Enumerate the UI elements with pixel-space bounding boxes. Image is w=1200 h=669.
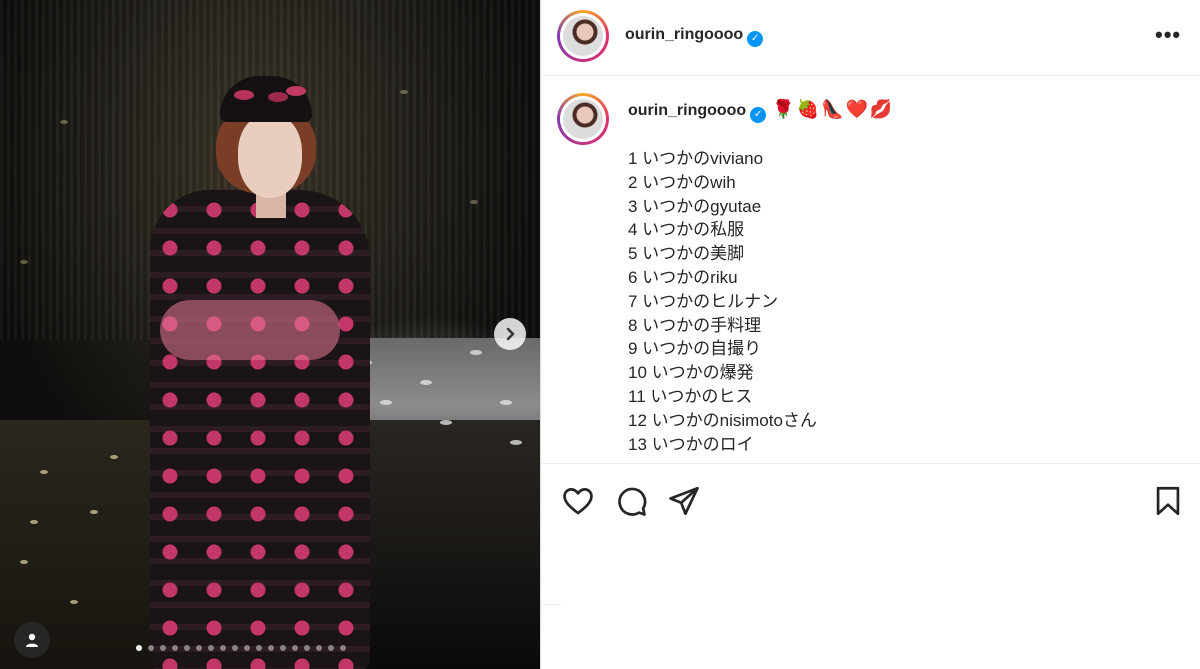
header-username-row[interactable]: ourin_ringoooo ✓ [625, 26, 764, 47]
caption-line: 6 いつかのriku [628, 267, 738, 287]
caption-emojis: 🌹🍓👠❤️💋 [772, 99, 895, 119]
carousel-dot [256, 645, 262, 651]
caption-line: 8 いつかの手料理 [628, 315, 762, 335]
carousel-dot [172, 645, 178, 651]
avatar[interactable] [557, 10, 609, 62]
verified-badge-icon: ✓ [750, 107, 767, 123]
comment-icon [618, 487, 647, 516]
crossed-arms [160, 300, 340, 360]
heart-icon [563, 488, 593, 515]
carousel-dot [316, 645, 322, 651]
carousel-dot [160, 645, 166, 651]
carousel-dot [232, 645, 238, 651]
carousel-dot [292, 645, 298, 651]
share-button[interactable] [667, 484, 701, 518]
action-bar [541, 463, 1200, 603]
caption-lines: 1 いつかのviviano 2 いつかのwih 3 いつかのgyutae 4 い… [628, 147, 817, 456]
carousel-dot [148, 645, 154, 651]
caption-line: 9 いつかの自撮り [628, 339, 762, 359]
post-header: ourin_ringoooo ✓ ••• [541, 0, 1200, 76]
verified-badge-icon: ✓ [747, 31, 764, 47]
carousel-dot [304, 645, 310, 651]
carousel-indicator [136, 645, 346, 651]
caption-area: ourin_ringoooo ✓ 🌹🍓👠❤️💋 1 いつかのviviano 2 いつ… [541, 77, 1200, 463]
caption-line: 2 いつかのwih [628, 172, 736, 192]
header-username[interactable]: ourin_ringoooo [625, 26, 743, 43]
carousel-dot [340, 645, 346, 651]
cap [220, 76, 312, 122]
post-photo[interactable] [0, 0, 540, 669]
caption-line: 11 いつかのヒス [628, 386, 753, 406]
caption-username[interactable]: ourin_ringoooo [628, 102, 746, 119]
caption-line: 13 いつかのロイ [628, 434, 754, 454]
face [238, 114, 302, 198]
user-tag-icon [26, 633, 38, 647]
bookmark-icon [1156, 486, 1180, 516]
carousel-dot [244, 645, 250, 651]
save-button[interactable] [1151, 484, 1185, 518]
carousel-dot [208, 645, 214, 651]
more-options-button[interactable]: ••• [1155, 22, 1181, 48]
ruffled-dress [150, 190, 370, 669]
carousel-dot [328, 645, 334, 651]
carousel-dot [196, 645, 202, 651]
carousel-dot [220, 645, 226, 651]
caption-avatar[interactable] [557, 93, 609, 145]
next-slide-button[interactable] [494, 318, 526, 350]
carousel-dot [184, 645, 190, 651]
caption-line: 12 いつかのnisimotoさん [628, 410, 817, 430]
like-button[interactable] [561, 484, 595, 518]
carousel-dot [136, 645, 142, 651]
caption-line: 7 いつかのヒルナン [628, 291, 779, 311]
send-icon [669, 486, 699, 516]
user-tags-button[interactable] [14, 622, 50, 658]
caption-line: 3 いつかのgyutae [628, 196, 762, 216]
chevron-right-icon [506, 327, 515, 341]
caption-header: ourin_ringoooo ✓ 🌹🍓👠❤️💋 [628, 99, 894, 123]
person-figure [120, 70, 380, 669]
carousel-dot [280, 645, 286, 651]
caption-line: 5 いつかの美脚 [628, 244, 745, 264]
caption-line: 10 いつかの爆発 [628, 363, 754, 383]
carousel-dot [268, 645, 274, 651]
divider [541, 604, 561, 605]
caption-line: 1 いつかのviviano [628, 149, 764, 168]
caption-line: 4 いつかの私服 [628, 220, 745, 240]
comment-button[interactable] [614, 484, 648, 518]
